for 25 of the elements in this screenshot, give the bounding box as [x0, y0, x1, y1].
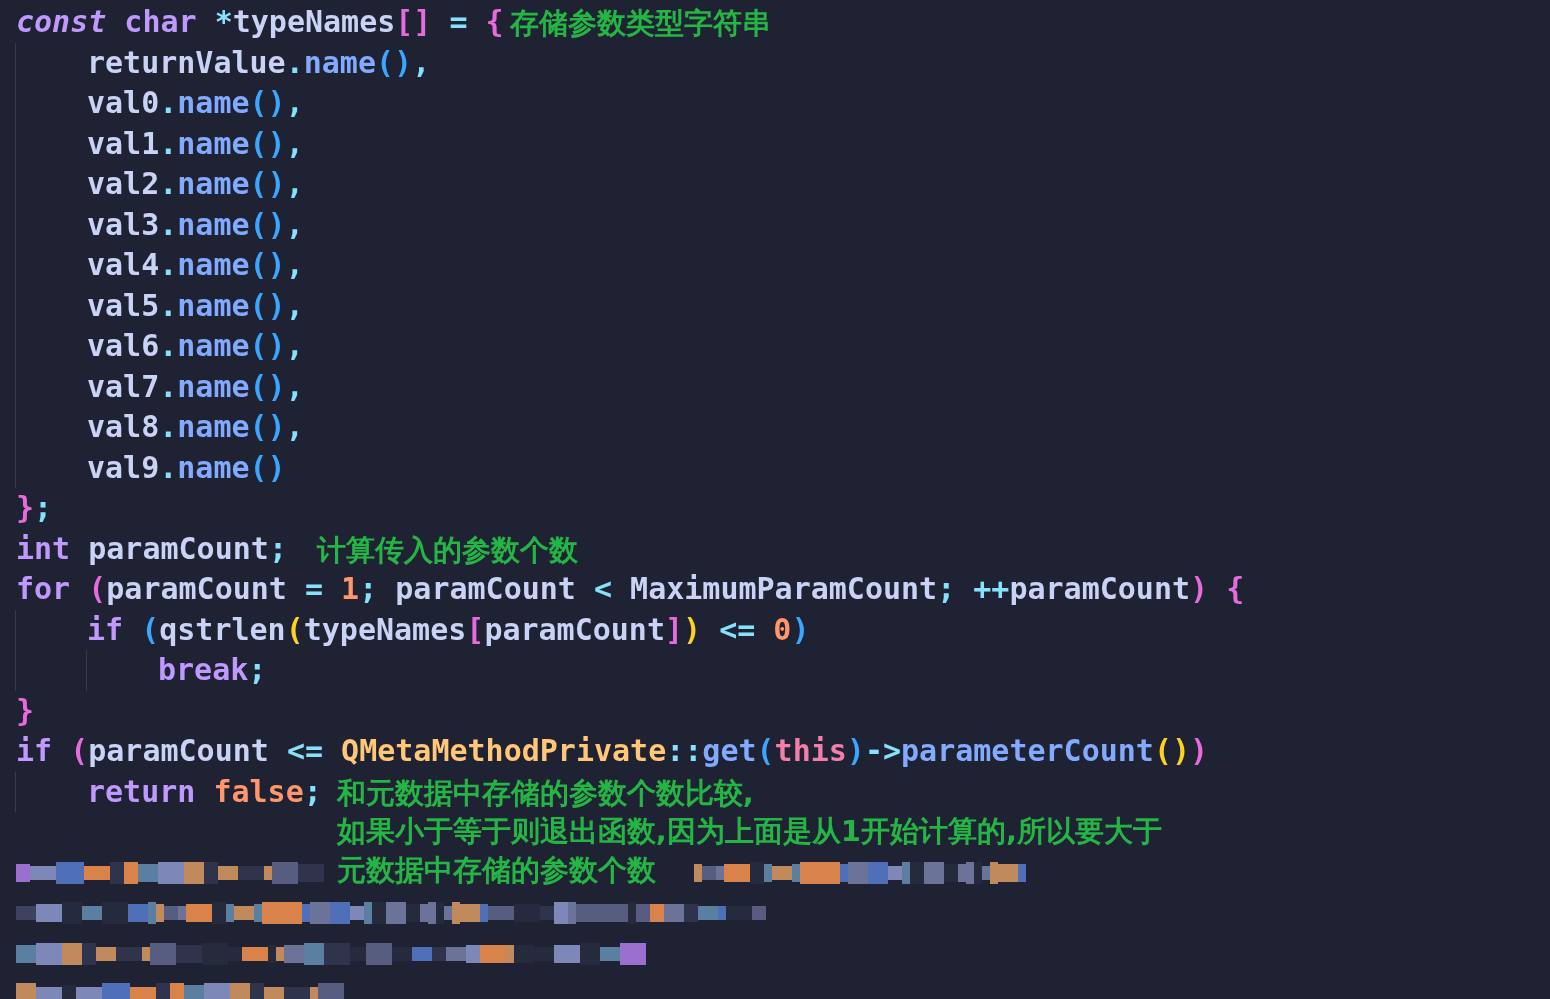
- code-line: val7.name(),: [87, 367, 304, 406]
- code-line: val4.name(),: [87, 246, 304, 284]
- code-line: }: [16, 691, 35, 730]
- code-line: return false;: [87, 772, 322, 811]
- code-line: for (paramCount = 1; paramCount < MaximumParamCount; ++paramCount) {: [16, 570, 1245, 608]
- annotation-text: 和元数据中存储的参数个数比较,: [336, 774, 754, 812]
- annotation-text: 存储参数类型字符串: [509, 5, 771, 42]
- code-line: val8.name(),: [87, 408, 304, 446]
- annotation-text: 计算传入的参数个数: [316, 531, 578, 569]
- code-line: val9.name(): [87, 448, 286, 487]
- code-line: val5.name(),: [87, 286, 304, 325]
- annotation-text: 如果小于等于则退出函数,因为上面是从1开始计算的,所以要大于: [336, 813, 1163, 850]
- code-line: returnValue.name(),: [87, 43, 431, 82]
- code-line: val3.name(),: [87, 205, 304, 244]
- code-line: break;: [158, 651, 267, 689]
- code-line: const char *typeNames[] = {: [16, 3, 504, 41]
- code-line: int paramCount;: [16, 529, 287, 568]
- annotation-text: 元数据中存储的参数个数: [336, 851, 656, 889]
- code-line: };: [16, 489, 53, 527]
- code-line: if (paramCount <= QMetaMethodPrivate::get(this)->parameterCount()): [16, 732, 1209, 770]
- code-line: val0.name(),: [87, 84, 304, 122]
- code-line: val6.name(),: [87, 327, 304, 365]
- code-line: val1.name(),: [87, 124, 304, 163]
- code-line: val2.name(),: [87, 165, 304, 203]
- code-line: if (qstrlen(typeNames[paramCount]) <= 0): [87, 610, 810, 649]
